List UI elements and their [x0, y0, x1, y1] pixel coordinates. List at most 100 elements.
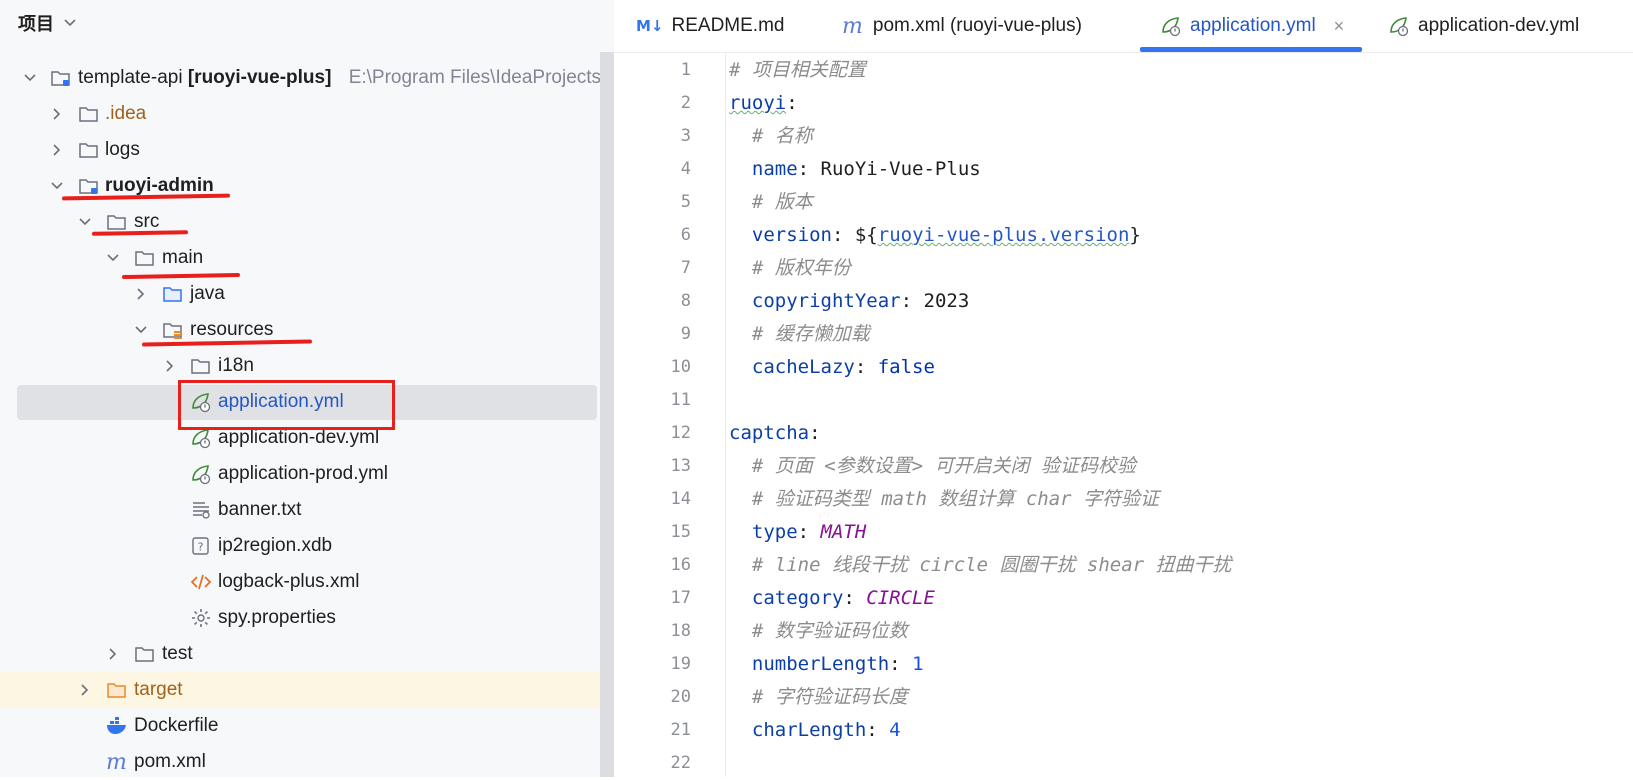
line-number: 18	[670, 621, 691, 641]
yaml-comment: # 项目相关配置	[729, 59, 866, 81]
tree-item-label: resources	[190, 319, 274, 340]
tab-label: README.md	[671, 15, 785, 36]
tree-item-label: src	[134, 211, 160, 232]
chevron-down-icon[interactable]	[50, 179, 64, 193]
folder-icon	[78, 139, 100, 161]
chevron-right-icon[interactable]	[78, 683, 92, 697]
tree-item-test[interactable]: test	[0, 636, 600, 672]
tree-item-idea[interactable]: .idea	[0, 96, 600, 132]
tree-item-template-api[interactable]: template-api [ruoyi-vue-plus] E:\Program…	[0, 60, 612, 96]
properties-gear-icon	[190, 607, 212, 629]
yaml-key: type	[751, 521, 798, 543]
svg-text:m: m	[106, 751, 127, 773]
chevron-right-icon[interactable]	[134, 287, 148, 301]
spring-yaml-icon	[1388, 15, 1410, 37]
tree-item-label: banner.txt	[218, 499, 302, 520]
project-panel: 项目 template-api [ruoyi-vue-plus] E:\Prog…	[0, 0, 614, 777]
editor-tab-bar: M↓ README.md m pom.xml (ruoyi-vue-plus) …	[614, 0, 1633, 53]
placeholder-open: ${	[854, 224, 878, 246]
line-number: 15	[670, 522, 691, 542]
spring-yaml-icon	[190, 427, 212, 449]
tab-application-yml[interactable]: application.yml ×	[1140, 0, 1363, 52]
code-line: numberLength: 1	[751, 653, 924, 675]
svg-text:?: ?	[198, 541, 204, 554]
folder-icon	[134, 643, 156, 665]
tree-item-pom-xml[interactable]: m pom.xml	[0, 744, 600, 777]
chevron-down-icon[interactable]	[134, 323, 148, 337]
line-number: 6	[680, 225, 691, 245]
line-number: 11	[670, 390, 691, 410]
code-line: copyrightYear: 2023	[751, 290, 970, 312]
chevron-right-icon[interactable]	[163, 359, 177, 373]
folder-icon	[106, 211, 128, 233]
tree-item-banner-txt[interactable]: banner.txt	[0, 492, 600, 528]
chevron-down-icon[interactable]	[23, 71, 37, 85]
chevron-right-icon[interactable]	[106, 647, 120, 661]
yaml-key: name	[751, 158, 798, 180]
tab-readme-md[interactable]: M↓ README.md	[636, 0, 784, 52]
code-line: ruoyi:	[729, 92, 798, 114]
tree-item-spy-properties[interactable]: spy.properties	[0, 600, 600, 636]
chevron-down-icon[interactable]	[78, 215, 92, 229]
excluded-folder-icon	[106, 679, 128, 701]
yaml-key: copyrightYear	[751, 290, 901, 312]
tree-item-logs[interactable]: logs	[0, 132, 600, 168]
tree-item-application-prod-yml[interactable]: application-prod.yml	[0, 456, 600, 492]
project-panel-scrollbar[interactable]	[600, 52, 614, 777]
tree-item-i18n[interactable]: i18n	[0, 348, 600, 384]
close-icon[interactable]: ×	[1334, 16, 1345, 37]
yaml-value: 2023	[923, 290, 970, 312]
yaml-comment: # line 线段干扰 circle 圆圈干扰 shear 扭曲干扰	[751, 554, 1232, 576]
code-line: # 字符验证码长度	[729, 681, 908, 714]
code-line: cacheLazy: false	[751, 356, 935, 378]
yaml-comment: # 数字验证码位数	[751, 620, 908, 642]
annotation-box	[178, 380, 395, 430]
line-number: 21	[670, 720, 691, 740]
yaml-key: numberLength	[751, 653, 890, 675]
line-number: 20	[670, 687, 691, 707]
chevron-right-icon[interactable]	[50, 143, 64, 157]
line-number: 8	[680, 291, 691, 311]
markdown-icon: M↓	[636, 17, 664, 35]
editor-area: M↓ README.md m pom.xml (ruoyi-vue-plus) …	[614, 0, 1633, 777]
tree-item-label: target	[134, 679, 183, 700]
chevron-down-icon[interactable]	[106, 251, 120, 265]
project-path: E:\Program Files\IdeaProjects\t	[348, 67, 612, 88]
tree-item-java[interactable]: java	[0, 276, 600, 312]
line-number: 5	[680, 192, 691, 212]
placeholder-reference[interactable]: ruoyi-vue-plus.version	[878, 224, 1130, 246]
gutter-divider	[725, 52, 726, 777]
line-number: 17	[670, 588, 691, 608]
tree-item-ip2region-xdb[interactable]: ? ip2region.xdb	[0, 528, 600, 564]
tree-item-label: i18n	[218, 355, 254, 376]
line-number: 10	[670, 357, 691, 377]
line-number: 7	[680, 258, 691, 278]
tree-item-label: .idea	[105, 103, 147, 124]
tree-item-label: application-dev.yml	[218, 427, 380, 448]
yaml-key: ruoyi	[729, 92, 787, 114]
code-line: # line 线段干扰 circle 圆圈干扰 shear 扭曲干扰	[729, 549, 1232, 582]
line-number: 19	[670, 654, 691, 674]
code-line: charLength: 4	[751, 719, 901, 741]
resources-folder-icon	[162, 319, 184, 341]
project-panel-title[interactable]: 项目	[18, 10, 54, 36]
maven-icon: m	[106, 751, 128, 773]
yaml-key: charLength	[751, 719, 867, 741]
tree-item-src[interactable]: src	[0, 204, 600, 240]
yaml-key: category	[751, 587, 844, 609]
tree-item-main[interactable]: main	[0, 240, 600, 276]
yaml-key: version	[751, 224, 832, 246]
chevron-right-icon[interactable]	[50, 107, 64, 121]
tree-item-target[interactable]: target	[0, 672, 600, 708]
tab-label: application.yml	[1190, 15, 1316, 36]
tab-application-dev-yml[interactable]: application-dev.yml	[1388, 0, 1579, 52]
code-editor[interactable]: # 项目相关配置 ruoyi: # 名称 name: RuoYi-Vue-Plu…	[729, 52, 1629, 777]
code-line: # 项目相关配置	[729, 54, 866, 87]
yaml-comment: # 验证码类型 math 数组计算 char 字符验证	[751, 488, 1160, 510]
tree-item-dockerfile[interactable]: Dockerfile	[0, 708, 600, 744]
chevron-down-icon[interactable]	[64, 18, 76, 28]
line-number: 9	[680, 324, 691, 344]
code-line: # 缓存懒加载	[729, 318, 870, 351]
tree-item-logback-plus-xml[interactable]: logback-plus.xml	[0, 564, 600, 600]
tab-pom-xml[interactable]: m pom.xml (ruoyi-vue-plus)	[842, 0, 1082, 52]
